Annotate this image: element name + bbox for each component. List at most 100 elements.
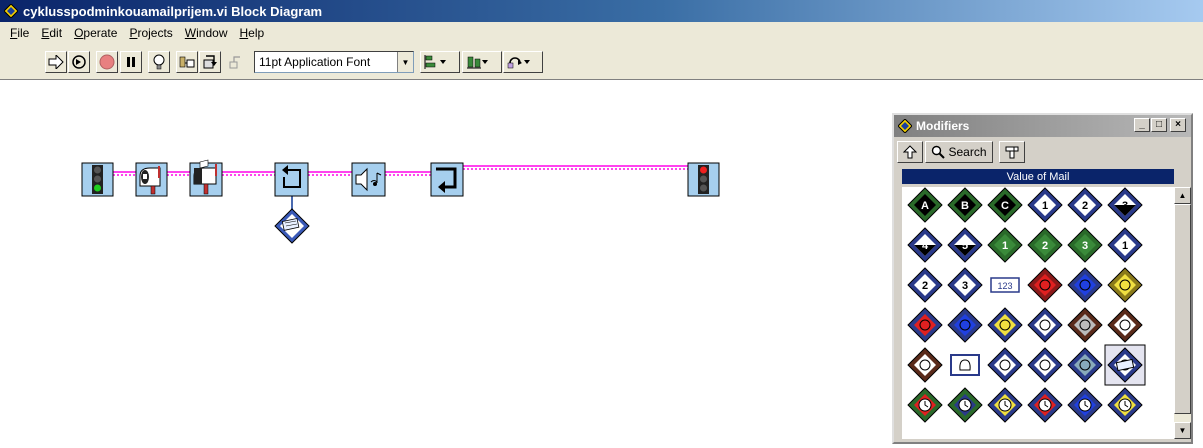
scroll-down-arrow-icon[interactable]: ▼ (1174, 422, 1191, 439)
palette-item[interactable]: 5 (947, 227, 983, 263)
up-arrow-icon (903, 145, 917, 159)
speaker-note-icon[interactable] (351, 162, 386, 197)
palette-item[interactable]: A (907, 187, 943, 223)
palette-grid: A B C 1 2 3 4 5 1 2 3 1 2 3 123 (902, 187, 1174, 439)
font-select[interactable]: 11pt Application Font ▼ (254, 51, 414, 73)
palette-item[interactable]: 3 (1067, 227, 1103, 263)
window-title: cyklusspodminkouamailprijem.vi Block Dia… (23, 3, 323, 19)
loop-arrow-icon[interactable] (274, 162, 309, 197)
palette-item[interactable]: 1 (1107, 227, 1143, 263)
traffic-light-red-icon[interactable] (687, 162, 720, 197)
abort-button[interactable] (96, 51, 118, 73)
pause-button[interactable] (120, 51, 142, 73)
palette-item[interactable]: 3 (1107, 187, 1143, 223)
menu-edit[interactable]: Edit (35, 26, 68, 40)
palette-title: Modifiers (916, 119, 970, 133)
palette-item[interactable]: 1 (987, 227, 1023, 263)
palette-item-label: 2 (922, 280, 928, 292)
palette-item[interactable] (907, 347, 943, 383)
menu-operate[interactable]: Operate (68, 26, 123, 40)
palette-item[interactable] (950, 354, 980, 376)
palette-item[interactable]: 2 (907, 267, 943, 303)
chevron-down-icon[interactable]: ▼ (397, 52, 413, 72)
scroll-up-arrow-icon[interactable]: ▲ (1174, 187, 1191, 204)
step-into-button[interactable] (199, 51, 221, 73)
palette-item[interactable]: B (947, 187, 983, 223)
palette-options-icon (1005, 146, 1019, 159)
run-arrow-icon (48, 55, 64, 69)
palette-item[interactable]: 2 (1027, 227, 1063, 263)
palette-item[interactable]: 1 (1027, 187, 1063, 223)
palette-item[interactable] (1027, 307, 1063, 343)
menu-help[interactable]: Help (233, 26, 270, 40)
minimize-button[interactable]: _ (1134, 118, 1150, 132)
palette-item[interactable] (1067, 307, 1103, 343)
close-button[interactable]: × (1170, 118, 1186, 132)
palette-item[interactable]: 123 (990, 277, 1020, 293)
step-out-button[interactable] (225, 51, 247, 73)
palette-item[interactable] (987, 387, 1023, 423)
step-into-icon (203, 55, 217, 69)
mailbox-flag-icon[interactable] (189, 159, 223, 197)
palette-item[interactable] (1067, 347, 1103, 383)
menu-window[interactable]: Window (179, 26, 234, 40)
mailbox-open-icon[interactable] (135, 162, 168, 197)
toolbar: 11pt Application Font ▼ (0, 43, 1203, 80)
palette-scrollbar[interactable]: ▲ ▼ (1174, 187, 1191, 439)
traffic-light-green-icon[interactable] (81, 162, 114, 197)
palette-item-label: 5 (962, 240, 968, 252)
palette-item[interactable] (1027, 267, 1063, 303)
palette-item[interactable] (1027, 387, 1063, 423)
palette-item-label: 1 (1122, 240, 1128, 252)
palette-item[interactable]: 4 (907, 227, 943, 263)
palette-item-label: 123 (997, 281, 1012, 291)
run-continuously-button[interactable] (68, 51, 90, 73)
run-continuously-icon (72, 55, 86, 69)
palette-item[interactable] (1067, 387, 1103, 423)
menu-file[interactable]: File (4, 26, 35, 40)
up-button[interactable] (897, 141, 923, 163)
modifiers-palette[interactable]: Modifiers _ □ × Search Value of Mail A B… (892, 113, 1193, 444)
palette-item-label: 1 (1002, 240, 1008, 252)
palette-item[interactable] (1107, 307, 1143, 343)
palette-item[interactable] (1067, 267, 1103, 303)
palette-item-label: 4 (922, 240, 929, 252)
search-button[interactable]: Search (925, 141, 993, 163)
align-objects-icon (424, 55, 446, 69)
scroll-thumb[interactable] (1174, 204, 1191, 414)
palette-item[interactable] (907, 307, 943, 343)
maximize-button[interactable]: □ (1151, 118, 1167, 132)
align-objects-dropdown[interactable] (420, 51, 460, 73)
palette-item[interactable] (907, 387, 943, 423)
palette-item-label: 1 (1042, 200, 1048, 212)
palette-item[interactable] (1104, 344, 1146, 386)
palette-title-bar[interactable]: Modifiers _ □ × (894, 115, 1191, 137)
labview-diamond-icon (898, 119, 912, 133)
palette-item[interactable]: C (987, 187, 1023, 223)
palette-item[interactable] (947, 307, 983, 343)
palette-heading: Value of Mail (902, 169, 1174, 184)
palette-item[interactable] (1027, 347, 1063, 383)
palette-item[interactable] (987, 307, 1023, 343)
palette-item[interactable] (947, 387, 983, 423)
labview-diamond-icon (4, 4, 18, 18)
distribute-objects-dropdown[interactable] (462, 51, 502, 73)
palette-item[interactable] (1107, 267, 1143, 303)
palette-item[interactable] (1107, 387, 1143, 423)
mail-letter-diamond-icon[interactable] (274, 208, 310, 244)
palette-item-label: 2 (1082, 200, 1088, 212)
palette-options-button[interactable] (999, 141, 1025, 163)
run-button[interactable] (45, 51, 67, 73)
window-title-bar[interactable]: cyklusspodminkouamailprijem.vi Block Dia… (0, 0, 1203, 22)
palette-item[interactable]: 2 (1067, 187, 1103, 223)
retain-wire-values-button[interactable] (176, 51, 198, 73)
return-arrow-icon[interactable] (430, 162, 464, 197)
highlight-execution-icon (153, 54, 165, 70)
palette-item[interactable] (987, 347, 1023, 383)
reorder-dropdown[interactable] (503, 51, 543, 73)
palette-item-label: 2 (1042, 240, 1048, 252)
highlight-execution-button[interactable] (148, 51, 170, 73)
palette-item[interactable]: 3 (947, 267, 983, 303)
menu-projects[interactable]: Projects (123, 26, 178, 40)
palette-item-label: A (921, 200, 929, 212)
